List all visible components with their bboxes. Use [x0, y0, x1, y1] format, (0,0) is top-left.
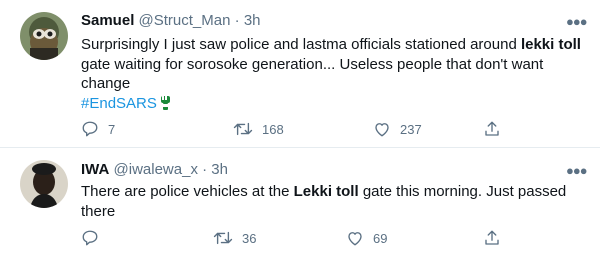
reply-icon [82, 230, 98, 246]
display-name[interactable]: Samuel [81, 12, 134, 29]
share-button[interactable] [483, 228, 501, 248]
share-icon [485, 230, 499, 245]
reply-button[interactable]: 7 [81, 119, 115, 139]
separator-dot: · [202, 161, 208, 178]
retweet-count: 36 [242, 230, 257, 246]
retweet-count: 168 [262, 121, 284, 137]
avatar[interactable] [20, 160, 68, 208]
tweet[interactable]: IWA @iwalewa_x · 3h ●●● There are police… [0, 148, 600, 260]
share-button[interactable] [483, 119, 501, 139]
heart-icon [375, 123, 389, 137]
user-handle[interactable]: @iwalewa_x [114, 161, 198, 178]
tweet-header: Samuel @Struct_Man · 3h [81, 12, 261, 30]
retweet-icon [213, 231, 233, 245]
retweet-icon [233, 122, 253, 136]
like-button[interactable]: 237 [373, 119, 422, 139]
display-name[interactable]: IWA [81, 161, 109, 178]
tweet-text: Surprisingly I just saw police and lastm… [81, 35, 581, 116]
like-count: 237 [400, 121, 422, 137]
hashtag-link[interactable]: #EndSARS [81, 95, 157, 112]
more-dots-icon[interactable]: ●●● [566, 15, 588, 28]
like-count: 69 [373, 230, 388, 246]
raised-fist-icon [160, 95, 171, 117]
highlighted-keyword: Lekki toll [293, 183, 359, 200]
retweet-button[interactable]: 168 [233, 119, 284, 139]
retweet-button[interactable]: 36 [213, 228, 256, 248]
timestamp[interactable]: 3h [244, 12, 261, 29]
avatar[interactable] [20, 12, 68, 60]
tweet-text-part: There are police vehicles at the [81, 183, 294, 200]
tweet-text-part: gate waiting for sorosoke generation... … [81, 55, 544, 93]
highlighted-keyword: lekki toll [520, 36, 581, 53]
heart-icon [348, 232, 362, 246]
tweet[interactable]: Samuel @Struct_Man · 3h ●●● Surprisingly… [0, 0, 600, 148]
tweet-header: IWA @iwalewa_x · 3h [81, 161, 228, 179]
share-icon [485, 121, 499, 136]
tweet-text: There are police vehicles at the Lekki t… [81, 182, 581, 221]
reply-button[interactable] [81, 228, 108, 248]
reply-count: 7 [108, 121, 116, 137]
separator-dot: · [234, 12, 240, 29]
more-dots-icon[interactable]: ●●● [566, 164, 588, 177]
like-button[interactable]: 69 [346, 228, 387, 248]
timestamp[interactable]: 3h [211, 161, 228, 178]
user-handle[interactable]: @Struct_Man [139, 12, 231, 29]
tweet-text-part: Surprisingly I just saw police and lastm… [81, 36, 521, 53]
reply-icon [82, 121, 98, 137]
